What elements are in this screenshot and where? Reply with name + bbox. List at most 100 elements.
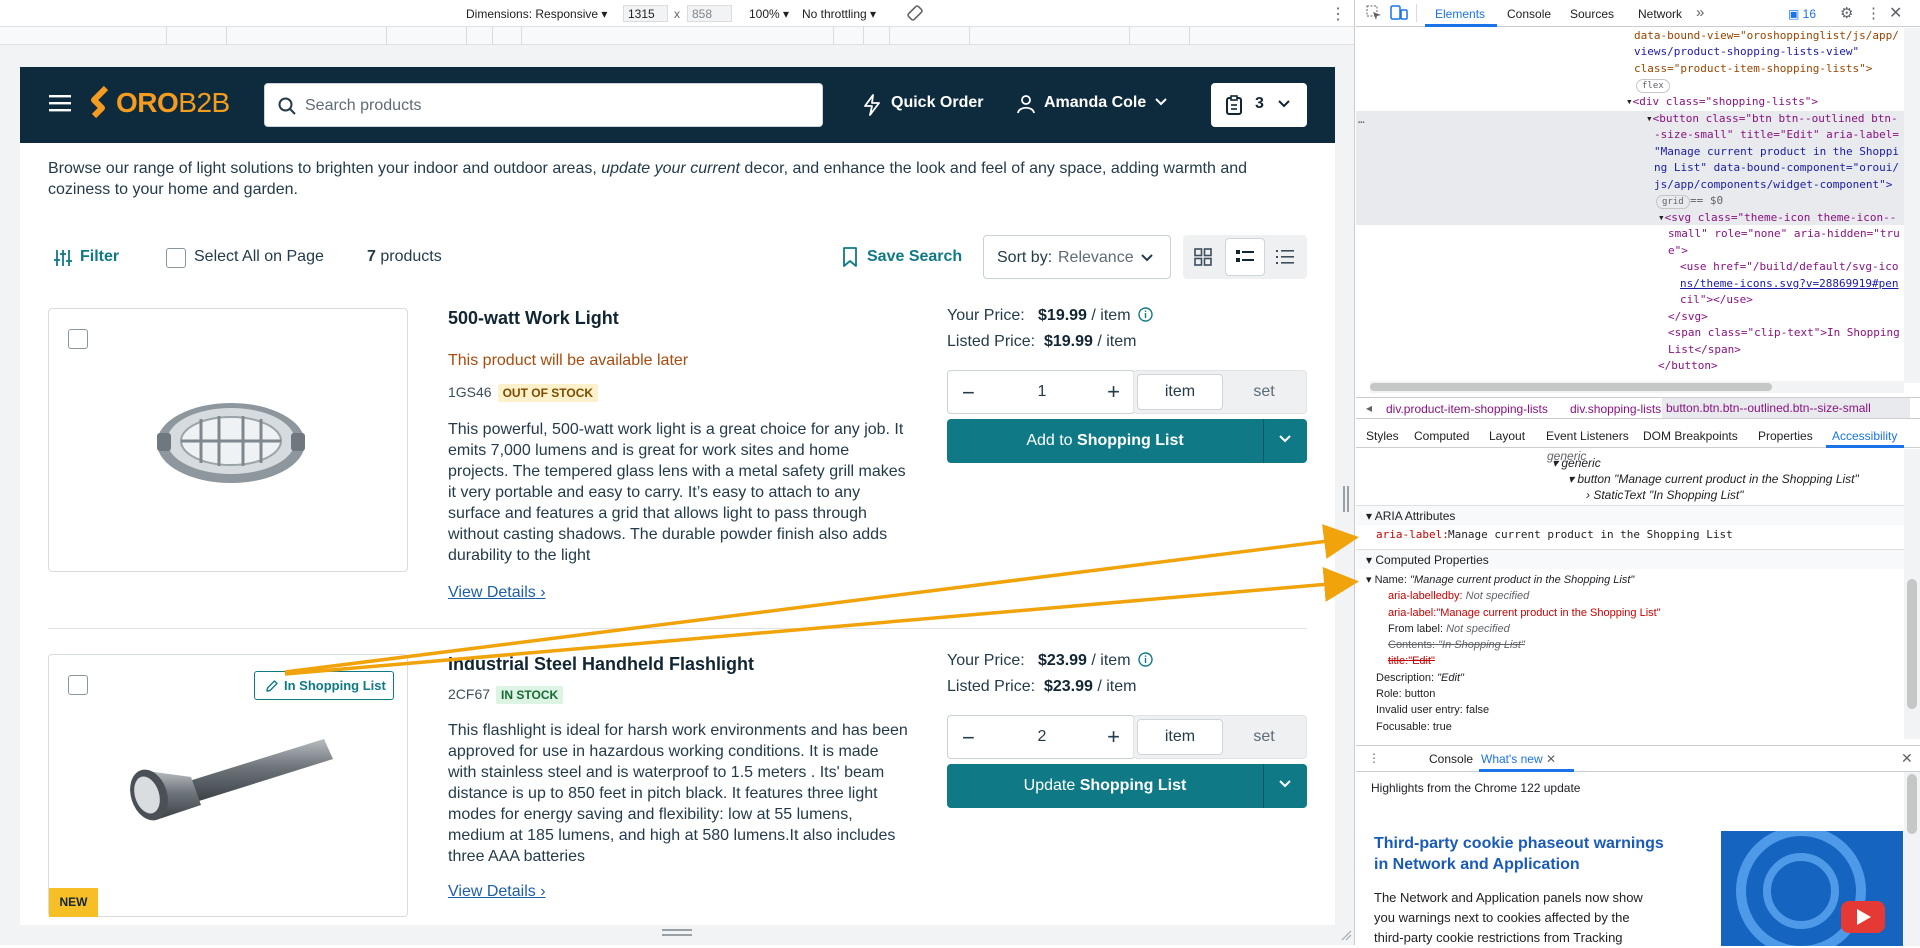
logo-mark-icon bbox=[90, 85, 114, 127]
ax-node-button[interactable]: ▾ button "Manage current product in the … bbox=[1568, 472, 1859, 486]
compact-list-view-icon[interactable] bbox=[1276, 248, 1294, 271]
product-title[interactable]: 500-watt Work Light bbox=[448, 308, 619, 329]
tab-sources[interactable]: Sources bbox=[1570, 7, 1614, 21]
article-title[interactable]: Third-party cookie phaseout warnings in N… bbox=[1374, 833, 1674, 875]
product-checkbox[interactable] bbox=[68, 329, 88, 349]
info-icon[interactable] bbox=[1138, 652, 1153, 672]
product-checkbox[interactable] bbox=[68, 675, 88, 695]
ax-node-statictext[interactable]: › StaticText "In Shopping List" bbox=[1586, 488, 1744, 502]
resize-handle-right[interactable] bbox=[1343, 486, 1349, 512]
resize-handle-bottom[interactable] bbox=[662, 929, 692, 936]
tab-whats-new[interactable]: What's new ✕ bbox=[1481, 752, 1556, 766]
tab-styles[interactable]: Styles bbox=[1366, 429, 1399, 443]
search-input[interactable]: Search products bbox=[264, 83, 823, 127]
rotate-icon[interactable] bbox=[906, 4, 924, 25]
user-menu[interactable]: Amanda Cole bbox=[1044, 94, 1146, 112]
gear-icon[interactable]: ⚙ bbox=[1840, 4, 1853, 22]
tree-scrollbar[interactable] bbox=[1904, 28, 1920, 383]
availability-note: This product will be available later bbox=[448, 352, 689, 369]
store-page: OROB2B Search products Quick Order Amand… bbox=[20, 67, 1335, 925]
article-thumbnail[interactable] bbox=[1721, 831, 1903, 946]
ax-node-generic[interactable]: ▾ generic bbox=[1552, 456, 1601, 470]
in-shopping-list-button[interactable]: In Shopping List bbox=[254, 671, 394, 700]
device-toolbar-icon[interactable] bbox=[1390, 5, 1408, 24]
tree-h-scrollbar[interactable] bbox=[1370, 381, 1904, 393]
more-options-icon[interactable]: ⋮ bbox=[1866, 4, 1881, 22]
drawer-scrollbar[interactable] bbox=[1904, 772, 1920, 946]
quantity-stepper[interactable]: − 2 + bbox=[947, 715, 1135, 759]
acc-scrollbar[interactable] bbox=[1904, 449, 1920, 739]
computed-properties-header[interactable]: ▾ Computed Properties bbox=[1356, 549, 1904, 569]
unit-item-option[interactable]: item bbox=[1137, 374, 1223, 410]
throttle-select[interactable]: No throttling ▾ bbox=[802, 7, 876, 21]
resize-corner-icon[interactable] bbox=[1340, 928, 1352, 945]
update-shopping-list-button[interactable]: Update Shopping List bbox=[947, 764, 1307, 808]
flex-badge[interactable]: flex bbox=[1636, 79, 1670, 93]
filter-icon bbox=[54, 249, 72, 272]
tab-event-listeners[interactable]: Event Listeners bbox=[1546, 429, 1629, 443]
more-options-icon[interactable]: ⋮ bbox=[1330, 4, 1346, 24]
unit-set-option[interactable]: set bbox=[1223, 719, 1305, 755]
unit-item-option[interactable]: item bbox=[1137, 719, 1223, 755]
tab-accessibility[interactable]: Accessibility bbox=[1832, 429, 1897, 443]
breadcrumb-item[interactable]: div.shopping-lists bbox=[1570, 402, 1661, 416]
product-image-card[interactable] bbox=[48, 308, 408, 572]
add-to-shopping-list-button[interactable]: Add to Shopping List bbox=[947, 419, 1307, 463]
tab-layout[interactable]: Layout bbox=[1489, 429, 1525, 443]
tab-computed[interactable]: Computed bbox=[1414, 429, 1469, 443]
quantity-stepper[interactable]: − 1 + bbox=[947, 370, 1135, 414]
more-tabs-icon[interactable]: » bbox=[1696, 4, 1704, 21]
tab-elements[interactable]: Elements bbox=[1435, 7, 1485, 21]
breadcrumb-item-selected[interactable]: button.btn.btn--outlined.btn--size-small bbox=[1662, 398, 1910, 418]
times-sign: x bbox=[674, 7, 680, 21]
grid-view-icon[interactable] bbox=[1194, 248, 1212, 271]
dom-breadcrumbs: ◂ div.product-item-shopping-lists div.sh… bbox=[1356, 397, 1920, 419]
tab-network[interactable]: Network bbox=[1638, 7, 1682, 21]
tab-properties[interactable]: Properties bbox=[1758, 429, 1813, 443]
select-all-checkbox[interactable] bbox=[166, 248, 186, 268]
drawer-menu-icon[interactable]: ⋮ bbox=[1368, 751, 1380, 765]
product-image-card[interactable]: In Shopping List NEW bbox=[48, 654, 408, 917]
dimensions-select[interactable]: Dimensions: Responsive ▾ bbox=[466, 7, 607, 21]
view-details-link[interactable]: View Details › bbox=[448, 883, 546, 901]
increase-button[interactable]: + bbox=[1107, 379, 1120, 405]
search-icon bbox=[277, 96, 297, 121]
sku-line: 1GS46 OUT OF STOCK bbox=[448, 384, 599, 402]
devtools-drawer: ⋮ Console What's new ✕ ✕ Highlights from… bbox=[1356, 745, 1920, 946]
tree-node-svg[interactable]: ▾<svg class="theme-icon theme-icon-- bbox=[1658, 210, 1896, 227]
menu-icon[interactable] bbox=[49, 93, 71, 118]
inspect-element-icon[interactable] bbox=[1366, 5, 1382, 24]
tab-console[interactable]: Console bbox=[1507, 7, 1551, 21]
unit-set-option[interactable]: set bbox=[1223, 374, 1305, 410]
aria-attributes-header[interactable]: ▾ ARIA Attributes bbox=[1356, 505, 1904, 525]
save-search-button[interactable]: Save Search bbox=[867, 248, 962, 266]
tab-drawer-console[interactable]: Console bbox=[1429, 752, 1473, 766]
close-drawer-icon[interactable]: ✕ bbox=[1901, 750, 1913, 767]
work-light-image bbox=[149, 385, 309, 500]
close-icon[interactable]: ✕ bbox=[1889, 3, 1902, 23]
breadcrumb-item[interactable]: div.product-item-shopping-lists bbox=[1386, 402, 1548, 416]
view-switcher bbox=[1183, 235, 1307, 279]
product-count: 7 products bbox=[367, 248, 442, 265]
view-details-link[interactable]: View Details › bbox=[448, 584, 546, 602]
sort-select[interactable]: Sort by: Relevance bbox=[983, 235, 1171, 279]
info-icon[interactable] bbox=[1138, 307, 1153, 327]
issues-badge[interactable]: ▣ 16 bbox=[1788, 7, 1816, 21]
height-input[interactable]: 858 bbox=[687, 5, 732, 22]
chevron-down-icon[interactable] bbox=[1277, 776, 1293, 797]
whats-new-headline: Highlights from the Chrome 122 update bbox=[1371, 781, 1581, 795]
increase-button[interactable]: + bbox=[1107, 724, 1120, 750]
product-title[interactable]: Industrial Steel Handheld Flashlight bbox=[448, 654, 754, 675]
computed-properties-list: ▾ Name: "Manage current product in the S… bbox=[1366, 574, 1661, 733]
chevron-down-icon[interactable] bbox=[1277, 431, 1293, 452]
tab-dom-breakpoints[interactable]: DOM Breakpoints bbox=[1643, 429, 1738, 443]
filter-button[interactable]: Filter bbox=[80, 248, 119, 266]
zoom-select[interactable]: 100% ▾ bbox=[749, 7, 789, 21]
quick-order-link[interactable]: Quick Order bbox=[891, 94, 983, 112]
width-input[interactable]: 1315 bbox=[623, 5, 668, 22]
site-logo[interactable]: OROB2B bbox=[116, 87, 230, 119]
tree-node-button[interactable]: ▾<button class="btn btn--outlined btn- bbox=[1646, 111, 1898, 128]
shopping-lists-button[interactable]: 3 bbox=[1211, 83, 1307, 127]
grid-badge[interactable]: grid bbox=[1656, 195, 1690, 209]
tree-node-shopping-lists[interactable]: ▾<div class="shopping-lists"> bbox=[1626, 94, 1818, 111]
